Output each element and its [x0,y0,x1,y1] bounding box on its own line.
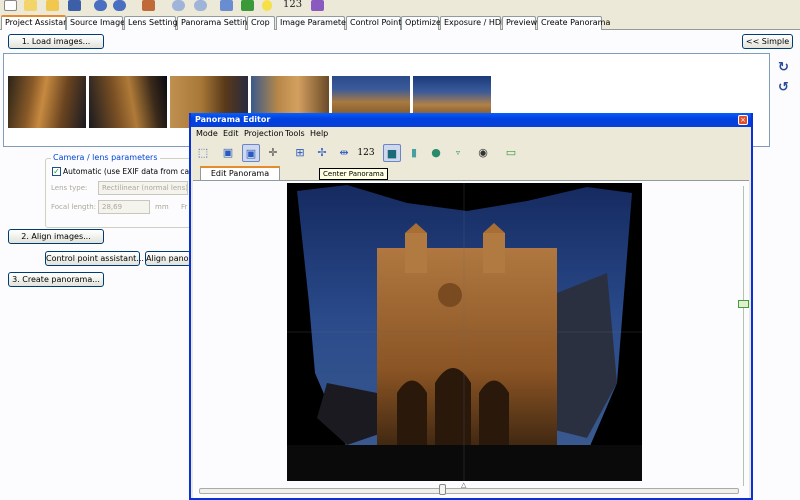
cylindrical-projection-icon[interactable]: ▮ [405,144,423,162]
tab-lens-settings[interactable]: Lens Settings [124,16,182,30]
tab-panorama-settings[interactable]: Panorama Settings [177,16,257,30]
fit-panorama-icon[interactable]: ⊞ [291,144,309,162]
control-points-icon[interactable] [142,0,155,11]
tab-project-assistant[interactable]: Project Assistant [1,15,71,31]
preview-mode-icon[interactable]: ⬚ [194,144,212,162]
tab-crop[interactable]: Crop [247,16,275,30]
main-tab-bar: Project Assistant Source Images Lens Set… [0,15,800,31]
focal-length-label: Focal length: [51,203,97,211]
align-panorama-button[interactable]: Align panor [145,251,192,266]
open-folder-icon[interactable] [24,0,37,11]
identify-icon[interactable]: ✛ [264,144,282,162]
window-title[interactable]: Panorama Editor [191,113,751,127]
rotate-counterclockwise-icon[interactable]: ↺ [778,80,789,95]
number-icon[interactable]: 123 [283,0,302,10]
new-file-icon[interactable] [4,0,17,11]
control-point-assistant-button[interactable]: Control point assistant... [45,251,144,266]
thumbnail-image[interactable] [89,76,167,128]
exif-checkbox[interactable]: ✓ [52,167,61,176]
zoom-in-icon[interactable] [172,0,185,11]
menu-bar: Mode Edit Projection Tools Help [191,127,751,140]
close-icon[interactable]: × [738,115,748,125]
panorama-preview-image[interactable] [287,183,642,481]
vertical-slider-track[interactable] [743,186,744,486]
vertical-slider-handle[interactable] [738,300,749,308]
main-toolbar: 123 [0,0,800,14]
tab-preview[interactable]: Preview [502,16,537,30]
menu-edit[interactable]: Edit [223,129,239,138]
menu-tools[interactable]: Tools [285,129,305,138]
redo-icon[interactable] [113,0,126,11]
eye-icon[interactable]: ◉ [474,144,492,162]
panorama-editor-window: Panorama Editor × Mode Edit Projection T… [189,113,753,500]
tab-source-images[interactable]: Source Images [66,16,129,30]
horizontal-slider-track[interactable] [199,488,739,494]
rectilinear-projection-icon[interactable]: ■ [383,144,401,162]
lightbulb-icon[interactable] [262,0,272,11]
simple-mode-button[interactable]: << Simple [742,34,793,49]
load-images-button[interactable]: 1. Load images... [8,34,104,49]
menu-mode[interactable]: Mode [196,129,218,138]
align-images-button[interactable]: 2. Align images... [8,229,104,244]
tooltip: Center Panorama [319,168,388,180]
book-icon[interactable] [311,0,324,11]
save-icon[interactable] [68,0,81,11]
tab-create-panorama[interactable]: Create Panorama [537,16,610,30]
tab-optimizer[interactable]: Optimizer [401,16,444,30]
spherical-projection-icon[interactable]: ● [427,144,445,162]
layout-mode-icon[interactable]: ▣ [219,144,237,162]
menu-help[interactable]: Help [310,129,328,138]
focal-length-input[interactable]: 28,69 [98,200,150,214]
crop-factor-label: Fr [181,203,188,211]
table-icon[interactable] [241,0,254,11]
show-overlaps-icon[interactable]: ▭ [502,144,520,162]
tab-exposure-hdr[interactable]: Exposure / HDR [440,16,507,30]
drag-mode-icon[interactable]: ▣ [242,144,260,162]
camera-lens-group-title: Camera / lens parameters [51,153,160,162]
center-panorama-icon[interactable]: ✢ [313,144,331,162]
projection-dropdown-icon[interactable]: ▿ [449,144,467,162]
create-panorama-button[interactable]: 3. Create panorama... [8,272,104,287]
straighten-icon[interactable]: ⇹ [335,144,353,162]
horizontal-slider-handle[interactable] [439,484,446,495]
panorama-preview-area[interactable]: △ [193,180,749,498]
zoom-out-icon[interactable] [194,0,207,11]
tab-image-parameters[interactable]: Image Parameters [276,16,353,30]
add-images-icon[interactable] [46,0,59,11]
rotate-clockwise-icon[interactable]: ↻ [778,60,789,75]
undo-icon[interactable] [94,0,107,11]
tab-edit-panorama[interactable]: Edit Panorama [200,166,280,180]
focal-length-unit: mm [155,203,169,211]
window-title-text: Panorama Editor [195,115,271,124]
tab-control-points[interactable]: Control Points [346,16,406,30]
thumbnail-image[interactable] [8,76,86,128]
lens-type-select[interactable]: Rectilinear (normal lens) [98,181,188,195]
copy-icon[interactable] [220,0,233,11]
lens-type-label: Lens type: [51,184,88,192]
panorama-render [287,183,642,481]
number-icon[interactable]: 123 [355,144,377,162]
menu-projection[interactable]: Projection [244,129,284,138]
